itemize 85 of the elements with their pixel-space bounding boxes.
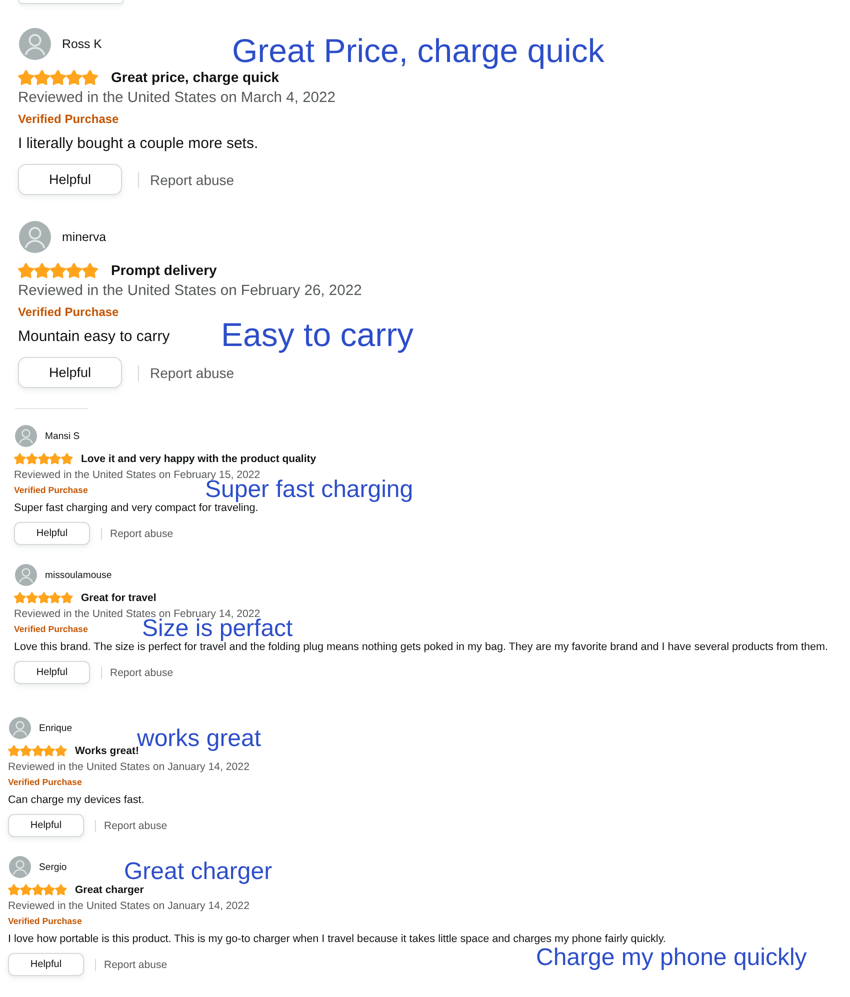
star-icon xyxy=(55,884,67,896)
star-icon xyxy=(32,884,44,896)
star-icon xyxy=(49,453,62,465)
avatar-icon xyxy=(15,564,37,586)
review-title: Works great! xyxy=(74,745,139,757)
avatar-icon xyxy=(15,425,37,447)
review-title: Prompt delivery xyxy=(111,262,217,278)
review-date: Reviewed in the United States on January 14, 2022 xyxy=(8,760,250,774)
star-icon xyxy=(26,592,38,604)
review-text: Love this brand. The size is perfect for travel and the folding plug means nothing gets poked in my bag. They are my favorite brand and I have several products from them. xyxy=(14,641,828,654)
review-date: Reviewed in the United States on March 4, 2022 xyxy=(18,89,336,108)
avatar-icon xyxy=(9,856,31,878)
review-text: Can charge my devices fast. xyxy=(8,793,144,807)
verified-purchase-label: Verified Purchase xyxy=(18,111,119,128)
star-icon xyxy=(34,70,50,84)
star-icon xyxy=(43,884,56,896)
star-icon xyxy=(8,884,20,896)
star-icon xyxy=(49,592,62,604)
helpful-button[interactable]: Helpful xyxy=(14,661,90,684)
star-icon xyxy=(50,70,66,84)
review-title: Great charger xyxy=(74,884,144,896)
review-date: Reviewed in the United States on February 14, 2022 xyxy=(14,607,260,620)
verified-purchase-label: Verified Purchase xyxy=(14,484,88,497)
review-text: I love how portable is this product. This is my go-to charger when I travel because it takes little space and charges my phone fairly quickly. xyxy=(8,932,666,946)
helpful-button[interactable]: Helpful xyxy=(14,522,90,545)
helpful-button[interactable]: Helpful xyxy=(8,814,84,837)
review-title: Great for travel xyxy=(80,592,156,604)
reviewer-name: minerva xyxy=(62,230,106,244)
annotation-text: Super fast charging xyxy=(205,478,414,502)
reviewer-name: Mansi S xyxy=(45,430,80,442)
helpful-button[interactable]: Helpful xyxy=(18,357,122,388)
review-text: I literally bought a couple more sets. xyxy=(18,134,258,154)
annotation-text: works great xyxy=(137,727,262,751)
star-icon xyxy=(32,745,44,757)
star-icon xyxy=(26,453,38,465)
star-icon xyxy=(82,70,98,84)
review-date: Reviewed in the United States on January 14, 2022 xyxy=(8,899,250,913)
star-icon xyxy=(14,592,26,604)
report-abuse-link[interactable]: Report abuse xyxy=(110,666,174,678)
report-abuse-link[interactable]: Report abuse xyxy=(150,364,234,380)
star-icon xyxy=(14,453,26,465)
helpful-button[interactable]: Helpful xyxy=(18,164,122,195)
review-title: Love it and very happy with the product quality xyxy=(80,453,316,465)
star-icon xyxy=(66,70,82,84)
star-icon xyxy=(38,592,50,604)
star-icon xyxy=(18,262,34,278)
report-abuse-link[interactable]: Report abuse xyxy=(150,172,234,188)
star-icon xyxy=(18,70,34,84)
annotation-text: Charge my phone quickly xyxy=(536,946,807,970)
annotation-text: Great Price, charge quick xyxy=(232,34,604,67)
review-text: Mountain easy to carry xyxy=(18,327,170,347)
verified-purchase-label: Verified Purchase xyxy=(8,776,82,789)
review-text: Super fast charging and very compact for traveling. xyxy=(14,502,258,515)
star-icon xyxy=(61,592,73,604)
reviewer-name: Ross K xyxy=(62,37,102,51)
reviewer-name: Enrique xyxy=(39,722,72,734)
star-icon xyxy=(8,745,20,757)
verified-purchase-label: Verified Purchase xyxy=(18,304,119,321)
verified-purchase-label: Verified Purchase xyxy=(8,915,82,928)
avatar-icon xyxy=(19,221,51,253)
report-abuse-link[interactable]: Report abuse xyxy=(104,958,168,970)
avatar-icon xyxy=(9,717,31,739)
star-icon xyxy=(20,884,32,896)
star-icon xyxy=(50,262,66,278)
star-icon xyxy=(61,453,73,465)
star-icon xyxy=(55,745,67,757)
review-date: Reviewed in the United States on February 15, 2022 xyxy=(14,468,260,481)
verified-purchase-label: Verified Purchase xyxy=(14,623,88,636)
star-icon xyxy=(66,262,82,278)
avatar-icon xyxy=(19,28,51,60)
reviewer-name: Sergio xyxy=(39,862,67,872)
reviewer-name: missoulamouse xyxy=(45,570,112,580)
annotation-text: Great charger xyxy=(124,860,272,884)
helpful-button[interactable]: Helpful xyxy=(8,953,84,976)
star-icon xyxy=(82,262,98,278)
star-icon xyxy=(43,745,56,757)
report-abuse-link[interactable]: Report abuse xyxy=(104,820,168,832)
star-icon xyxy=(20,745,32,757)
star-icon xyxy=(34,262,50,278)
annotation-text: Size is perfact xyxy=(142,617,293,641)
annotation-text: Easy to carry xyxy=(221,318,414,351)
review-title: Great price, charge quick xyxy=(111,69,280,85)
report-abuse-link[interactable]: Report abuse xyxy=(110,528,174,540)
review-date: Reviewed in the United States on February 26, 2022 xyxy=(18,282,362,301)
star-icon xyxy=(38,453,50,465)
